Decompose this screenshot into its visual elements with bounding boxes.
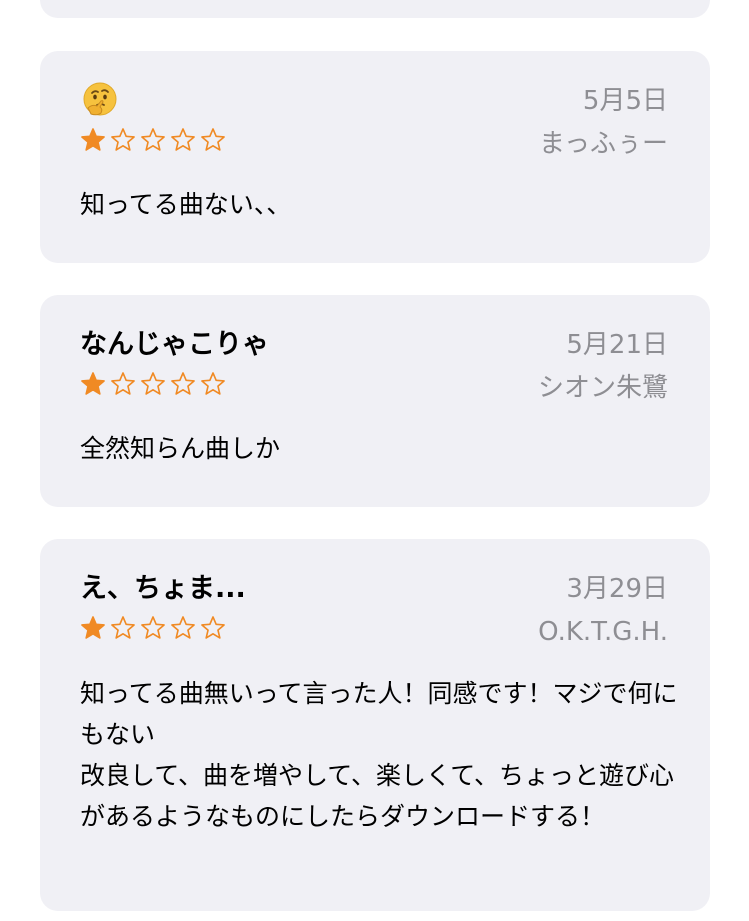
review-author: まっふぅー	[539, 129, 668, 159]
star-outline-icon	[141, 372, 165, 395]
thinking-face-icon	[83, 82, 117, 116]
star-rating	[80, 615, 226, 647]
review-body: 知ってる曲無いって言った人！同感です！マジで何にもない 改良して、曲を増やして、…	[80, 679, 678, 831]
review-date: 5月5日	[582, 86, 668, 116]
review-author: シオン朱鷺	[537, 373, 668, 403]
star-filled-icon	[81, 616, 105, 639]
review-card-partial[interactable]	[40, 0, 710, 18]
review-title: なんじゃこりゃ	[80, 329, 269, 360]
star-outline-icon	[111, 128, 135, 151]
star-outline-icon	[201, 128, 225, 151]
review-body: 知ってる曲ない、、	[80, 190, 292, 219]
review-title: え、ちょま...	[80, 573, 246, 604]
star-outline-icon	[141, 616, 165, 639]
star-filled-icon	[81, 128, 105, 151]
star-outline-icon	[171, 372, 195, 395]
star-rating	[80, 127, 226, 159]
star-outline-icon	[111, 616, 135, 639]
star-rating	[80, 371, 226, 403]
review-card[interactable]: 5月5日 まっふぅー 知ってる曲ない、、	[40, 51, 710, 263]
star-outline-icon	[201, 372, 225, 395]
review-body: 全然知らん曲しか	[80, 434, 281, 463]
star-outline-icon	[201, 616, 225, 639]
star-filled-icon	[81, 372, 105, 395]
review-date: 3月29日	[566, 574, 668, 604]
star-outline-icon	[171, 616, 195, 639]
review-author: O.K.T.G.H.	[538, 617, 668, 647]
star-outline-icon	[171, 128, 195, 151]
review-date: 5月21日	[566, 330, 668, 360]
star-outline-icon	[111, 372, 135, 395]
star-outline-icon	[141, 128, 165, 151]
review-card[interactable]: なんじゃこりゃ 5月21日 シオン朱鷺 全然知らん曲しか	[40, 295, 710, 507]
review-card[interactable]: え、ちょま... 3月29日 O.K.T.G.H. 知ってる曲無いって言った人！…	[40, 539, 710, 911]
